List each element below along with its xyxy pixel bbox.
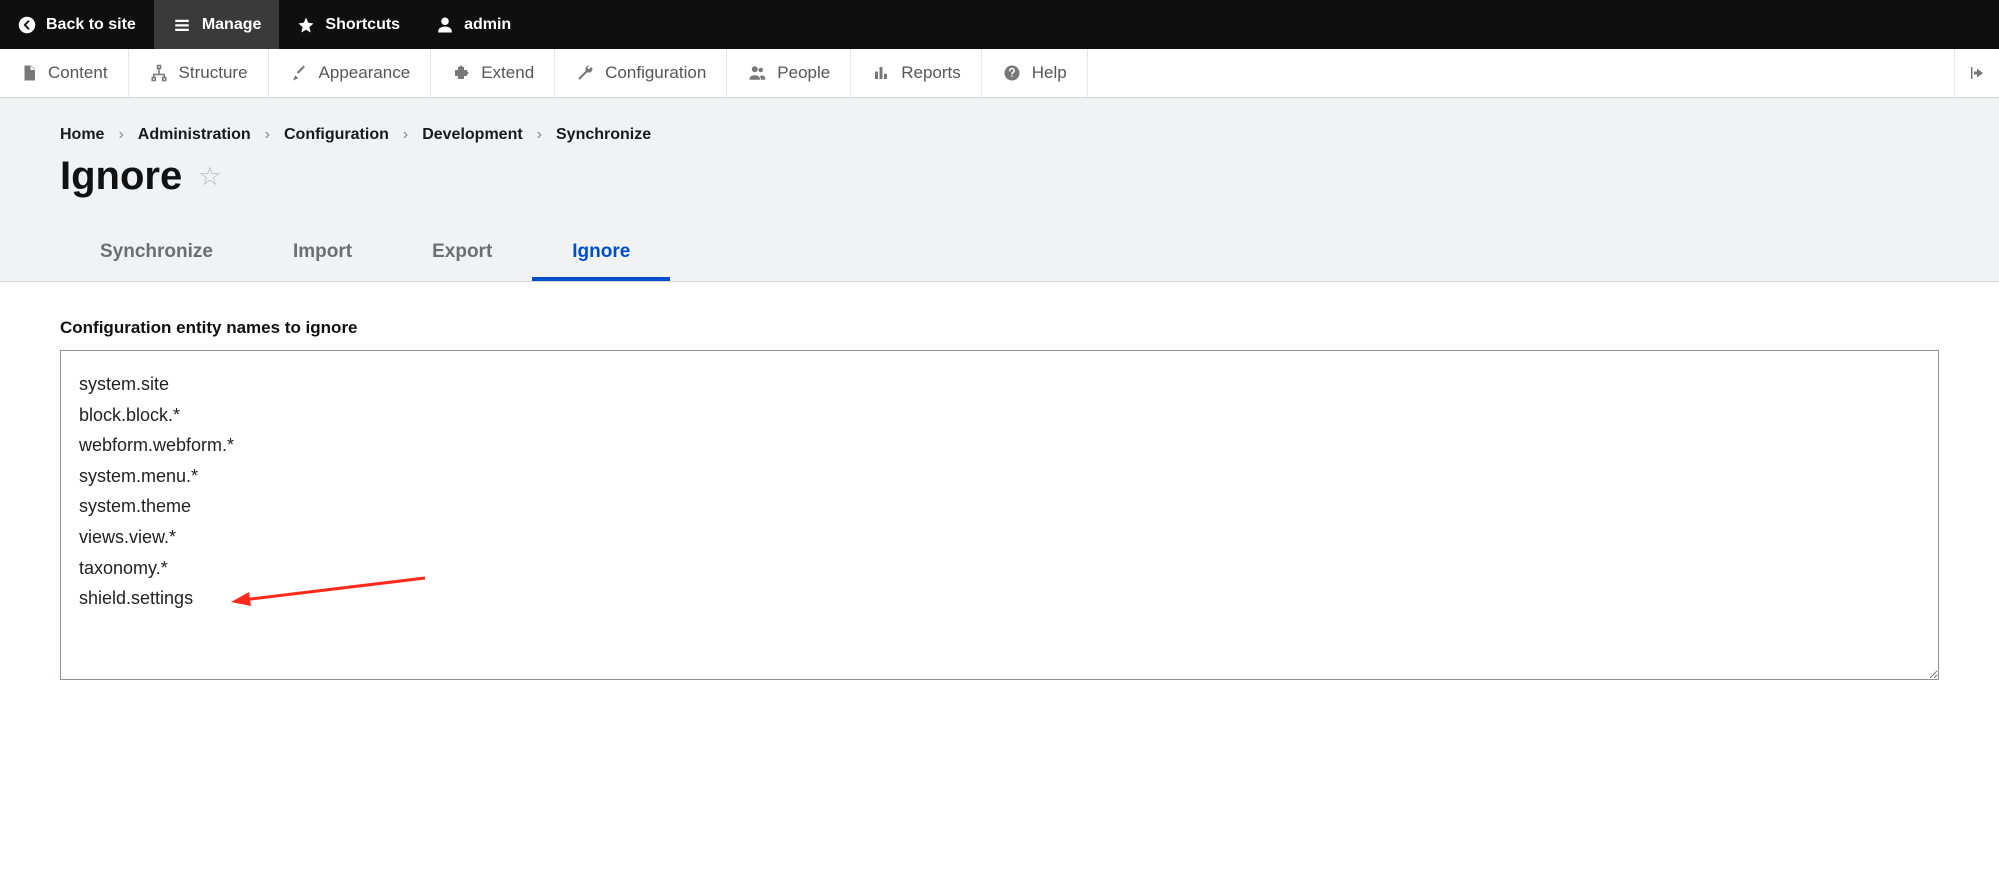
breadcrumb-separator: › (265, 126, 270, 144)
ignore-entities-textarea[interactable] (60, 350, 1939, 680)
admin-content-link[interactable]: Content (0, 49, 129, 97)
breadcrumb-item[interactable]: Home (60, 126, 104, 144)
admin-help-label: Help (1032, 63, 1067, 83)
toolbar-top: Back to site Manage Shortcuts admin (0, 0, 1999, 49)
brush-icon (289, 64, 309, 82)
shortcuts-link[interactable]: Shortcuts (279, 0, 418, 49)
toolbar-spacer (1088, 49, 1954, 97)
manage-label: Manage (202, 16, 262, 34)
back-icon (18, 16, 36, 34)
collapse-icon (1967, 64, 1987, 82)
file-icon (20, 64, 38, 82)
shortcuts-label: Shortcuts (325, 16, 400, 34)
admin-extend-label: Extend (481, 63, 534, 83)
tab-ignore[interactable]: Ignore (532, 227, 670, 281)
toolbar-admin: Content Structure Appearance Extend Conf… (0, 49, 1999, 98)
admin-configuration-link[interactable]: Configuration (555, 49, 727, 97)
breadcrumb-item[interactable]: Synchronize (556, 126, 651, 144)
back-to-site-label: Back to site (46, 16, 136, 34)
user-link[interactable]: admin (418, 0, 529, 49)
tab-synchronize[interactable]: Synchronize (60, 227, 253, 281)
breadcrumb-item[interactable]: Development (422, 126, 522, 144)
admin-people-link[interactable]: People (727, 49, 851, 97)
help-icon (1002, 64, 1022, 82)
page-title-row: Ignore ☆ (60, 154, 1939, 199)
breadcrumb: Home › Administration › Configuration › … (60, 126, 1939, 144)
chart-icon (871, 64, 891, 82)
admin-appearance-label: Appearance (319, 63, 411, 83)
breadcrumb-item[interactable]: Administration (138, 126, 251, 144)
page-title: Ignore (60, 154, 182, 199)
favorite-star-icon[interactable]: ☆ (198, 161, 221, 192)
tab-import[interactable]: Import (253, 227, 392, 281)
manage-link[interactable]: Manage (154, 0, 280, 49)
user-label: admin (464, 16, 511, 34)
admin-extend-link[interactable]: Extend (431, 49, 555, 97)
breadcrumb-separator: › (537, 126, 542, 144)
back-to-site-link[interactable]: Back to site (0, 0, 154, 49)
puzzle-icon (451, 64, 471, 82)
hamburger-icon (172, 16, 192, 34)
star-icon (297, 16, 315, 34)
admin-people-label: People (777, 63, 830, 83)
admin-configuration-label: Configuration (605, 63, 706, 83)
page-header: Home › Administration › Configuration › … (0, 98, 1999, 282)
wrench-icon (575, 64, 595, 82)
admin-reports-label: Reports (901, 63, 961, 83)
admin-content-label: Content (48, 63, 108, 83)
user-icon (436, 16, 454, 34)
breadcrumb-separator: › (403, 126, 408, 144)
structure-icon (149, 64, 169, 82)
toolbar-orientation-toggle[interactable] (1954, 49, 1999, 97)
admin-help-link[interactable]: Help (982, 49, 1088, 97)
admin-reports-link[interactable]: Reports (851, 49, 982, 97)
admin-appearance-link[interactable]: Appearance (269, 49, 432, 97)
admin-structure-label: Structure (179, 63, 248, 83)
breadcrumb-separator: › (118, 126, 123, 144)
field-label: Configuration entity names to ignore (60, 318, 1939, 338)
breadcrumb-item[interactable]: Configuration (284, 126, 389, 144)
tab-export[interactable]: Export (392, 227, 532, 281)
main-content: Configuration entity names to ignore (0, 282, 1999, 720)
primary-tabs: Synchronize Import Export Ignore (60, 227, 1939, 281)
admin-structure-link[interactable]: Structure (129, 49, 269, 97)
people-icon (747, 64, 767, 82)
